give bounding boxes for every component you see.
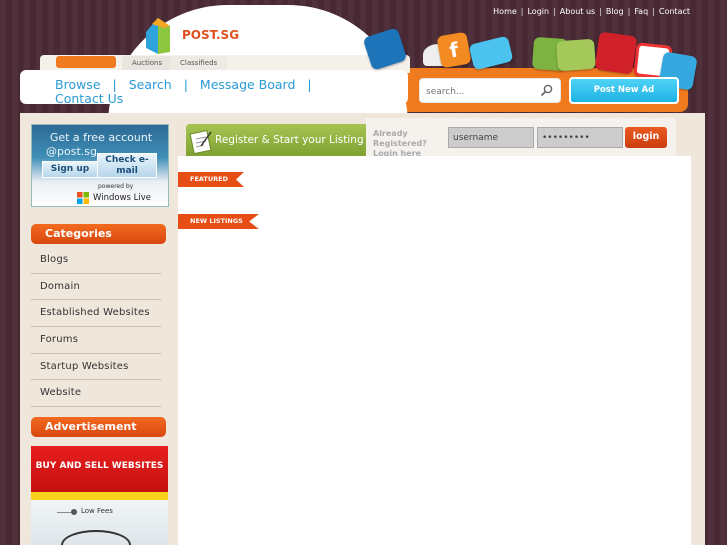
- facebook-icon: f: [436, 31, 472, 69]
- new-listings-ribbon: NEW LISTINGS: [178, 214, 259, 229]
- twitter-bird-icon: [468, 35, 514, 71]
- top-link-contact[interactable]: Contact: [659, 7, 690, 16]
- categories-list: Blogs Domain Established Websites Forums…: [31, 247, 161, 408]
- category-domain[interactable]: Domain: [31, 274, 161, 301]
- blue-bird-icon: [362, 27, 408, 71]
- check-email-button[interactable]: Check e-mail: [97, 153, 157, 178]
- ad-banner-title: BUY AND SELL WEBSITES: [31, 446, 168, 492]
- category-forums[interactable]: Forums: [31, 327, 161, 354]
- live-subtitle: @post.sg: [46, 145, 97, 158]
- top-link-sep: |: [652, 7, 655, 16]
- nav-message-board[interactable]: Message Board: [200, 77, 296, 92]
- money-icon-2: [555, 38, 597, 72]
- tab-classifieds[interactable]: Classifieds: [170, 56, 228, 70]
- top-link-sep: |: [520, 7, 524, 16]
- ad-line: [57, 512, 71, 513]
- register-notepad-icon: [189, 129, 212, 154]
- ad-banner-bottom: Low Fees: [31, 500, 168, 545]
- ad-graphic: [61, 530, 131, 545]
- top-link-about[interactable]: About us: [560, 7, 595, 16]
- signup-button[interactable]: Sign up: [42, 161, 98, 178]
- category-website[interactable]: Website: [31, 380, 161, 408]
- top-link-home[interactable]: Home: [493, 7, 517, 16]
- nav-search[interactable]: Search: [129, 77, 172, 92]
- ad-low-fees: Low Fees: [81, 507, 113, 515]
- category-established-websites[interactable]: Established Websites: [31, 300, 161, 328]
- top-link-sep: |: [627, 7, 631, 16]
- tab-auctions[interactable]: Auctions: [122, 56, 173, 70]
- windows-live-brand: Windows Live: [93, 193, 152, 203]
- ad-dots: [31, 492, 168, 500]
- logo-house-icon: [146, 18, 170, 54]
- ad-banner[interactable]: BUY AND SELL WEBSITES Low Fees: [31, 446, 168, 545]
- windows-live-logo: Windows Live: [76, 191, 151, 205]
- logo[interactable]: POST.SG: [144, 14, 239, 54]
- nav-sep: |: [112, 77, 117, 92]
- windows-flag-icon: [77, 192, 89, 204]
- featured-ribbon: FEATURED: [178, 172, 244, 187]
- top-link-sep: |: [553, 7, 556, 16]
- login-button[interactable]: login: [625, 127, 667, 148]
- category-blogs[interactable]: Blogs: [31, 247, 161, 274]
- top-link-sep: |: [599, 7, 602, 16]
- powered-by: powered by: [98, 183, 134, 190]
- post-new-ad-button[interactable]: Post New Ad: [569, 77, 679, 104]
- register-text[interactable]: Register & Start your Listing: [215, 134, 365, 156]
- ad-bullet: [71, 509, 77, 515]
- top-link-faq[interactable]: Faq: [634, 7, 648, 16]
- main-nav: Browse | Search | Message Board | Contact Us: [55, 78, 385, 106]
- search-box: [419, 78, 561, 104]
- nav-sep: |: [307, 77, 312, 92]
- already-registered-text[interactable]: Already Registered? Login here: [373, 129, 453, 159]
- live-title: Get a free account: [49, 131, 153, 144]
- username-input[interactable]: [448, 127, 534, 148]
- top-link-login[interactable]: Login: [527, 7, 549, 16]
- top-link-blog[interactable]: Blog: [606, 7, 624, 16]
- windows-live-box: Get a free account @post.sg Sign up Chec…: [31, 124, 169, 207]
- advertisement-heading: Advertisement: [31, 417, 166, 437]
- nav-browse[interactable]: Browse: [55, 77, 101, 92]
- password-input[interactable]: [537, 127, 623, 148]
- category-startup-websites[interactable]: Startup Websites: [31, 354, 161, 381]
- search-icon[interactable]: [540, 84, 553, 97]
- top-links: Home | Login | About us | Blog | Faq | Contact: [493, 7, 690, 16]
- nav-sep: |: [183, 77, 188, 92]
- nav-contact-us[interactable]: Contact Us: [55, 91, 123, 106]
- wordpress-icon: [594, 31, 638, 75]
- tabs-accent: [56, 56, 116, 68]
- search-input[interactable]: [420, 80, 530, 104]
- categories-heading: Categories: [31, 224, 166, 244]
- logo-text: POST.SG: [182, 28, 240, 42]
